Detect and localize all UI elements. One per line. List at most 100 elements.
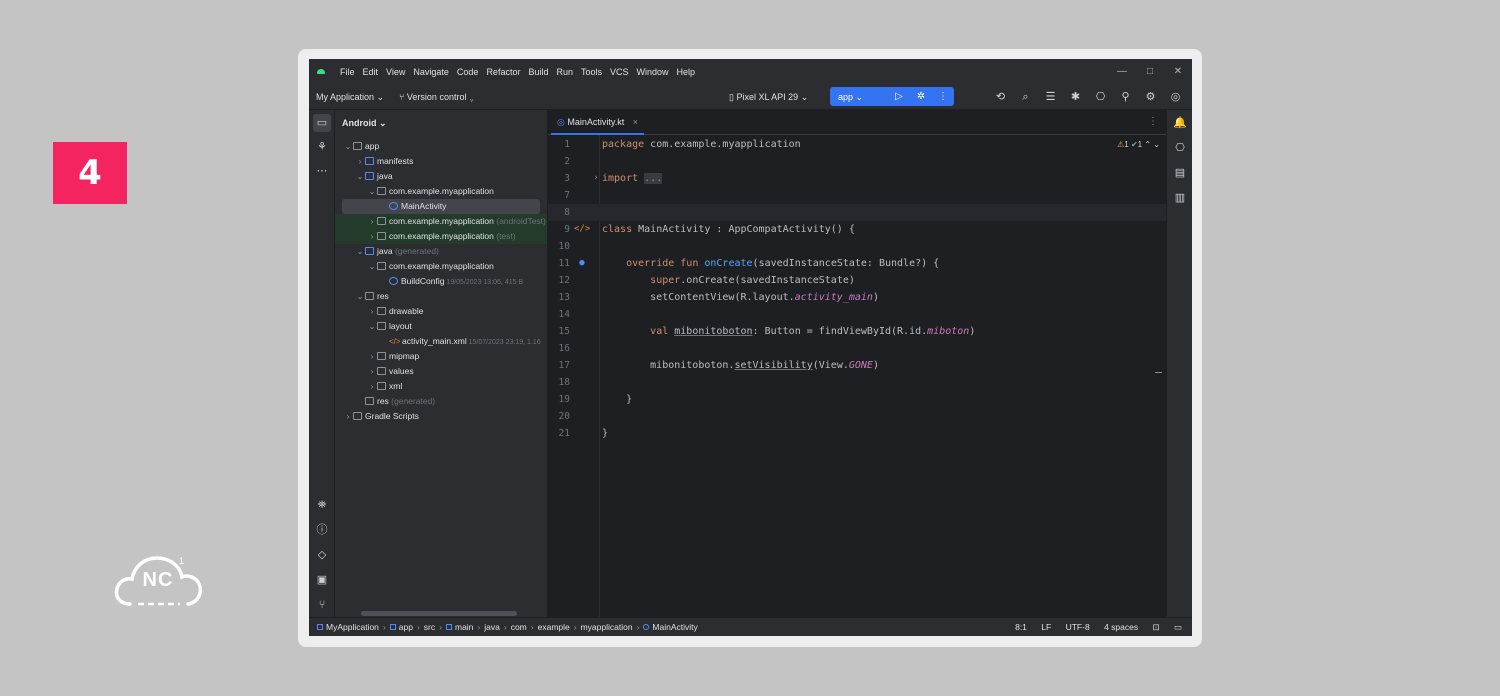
emulator-icon[interactable]: ▥ bbox=[1171, 189, 1189, 207]
tree-item[interactable]: BuildConfig 19/05/2023 13:06, 415 B bbox=[335, 274, 547, 289]
gem-icon[interactable]: ◇ bbox=[313, 546, 331, 564]
chevron-right-icon[interactable]: › bbox=[367, 229, 377, 244]
app-inspection-icon[interactable]: ✱ bbox=[1063, 89, 1088, 105]
chevron-down-icon[interactable]: ⌄ bbox=[343, 139, 353, 154]
tree-item[interactable]: res (generated) bbox=[335, 394, 547, 409]
device-manager-icon[interactable]: ⎔ bbox=[1088, 89, 1113, 105]
chevron-down-icon[interactable]: ⌄ bbox=[1153, 140, 1160, 149]
code-line[interactable]: 14 bbox=[548, 306, 1166, 323]
search-icon[interactable]: ⚲ bbox=[1113, 89, 1138, 105]
menu-navigate[interactable]: Navigate bbox=[413, 67, 449, 77]
code-line[interactable]: 12 super.onCreate(savedInstanceState) bbox=[548, 272, 1166, 289]
lock-icon[interactable]: ⊡ bbox=[1152, 622, 1159, 632]
chevron-down-icon[interactable]: ⌄ bbox=[355, 289, 365, 304]
breadcrumb-item[interactable]: myapplication bbox=[581, 622, 633, 632]
debug-icon[interactable]: ✲ bbox=[914, 90, 928, 103]
related-xml-icon[interactable]: </> bbox=[574, 221, 590, 238]
device-file-explorer-icon[interactable]: ▤ bbox=[1171, 164, 1189, 182]
project-view-selector[interactable]: Android ⌄ bbox=[342, 118, 387, 129]
chevron-right-icon[interactable]: › bbox=[367, 364, 377, 379]
code-line[interactable]: 1 package com.example.myapplication bbox=[548, 136, 1166, 153]
close-window-button[interactable]: ✕ bbox=[1164, 59, 1192, 84]
device-selector[interactable]: ▯ Pixel XL API 29 ⌄ bbox=[729, 92, 808, 103]
menu-window[interactable]: Window bbox=[637, 67, 669, 77]
version-control-menu[interactable]: ⑂ Version control ⌄ bbox=[399, 92, 474, 102]
line-separator[interactable]: LF bbox=[1041, 622, 1051, 632]
chevron-down-icon[interactable]: ⌄ bbox=[367, 259, 377, 274]
project-selector[interactable]: My Application ⌄ bbox=[316, 92, 384, 103]
code-line[interactable]: 13 setContentView(R.layout.activity_main… bbox=[548, 289, 1166, 306]
menu-code[interactable]: Code bbox=[457, 67, 479, 77]
tree-item[interactable]: › drawable bbox=[335, 304, 547, 319]
code-line[interactable]: 3 › import ... bbox=[548, 170, 1166, 187]
chevron-down-icon[interactable]: ⌄ bbox=[367, 319, 377, 334]
code-line[interactable]: 2 bbox=[548, 153, 1166, 170]
inspection-widget[interactable]: ⚠1 ✔1 ⌃ ⌄ bbox=[1117, 140, 1160, 149]
menu-run[interactable]: Run bbox=[556, 67, 573, 77]
breadcrumb-item[interactable]: main bbox=[445, 622, 473, 632]
chevron-up-icon[interactable]: ⌃ bbox=[1144, 140, 1151, 149]
tree-item[interactable]: ⌄ res bbox=[335, 289, 547, 304]
horizontal-scrollbar[interactable] bbox=[361, 611, 517, 616]
file-encoding[interactable]: UTF-8 bbox=[1066, 622, 1090, 632]
more-actions-icon[interactable]: ⋮ bbox=[936, 90, 950, 103]
breadcrumb-item[interactable]: src bbox=[424, 622, 435, 632]
tree-item[interactable]: MainActivity bbox=[342, 199, 540, 214]
tree-item[interactable]: ⌄ app bbox=[335, 139, 547, 154]
breadcrumb-item[interactable]: com bbox=[511, 622, 527, 632]
menu-refactor[interactable]: Refactor bbox=[486, 67, 520, 77]
problems-icon[interactable]: ⓘ bbox=[313, 521, 331, 539]
code-line[interactable]: 21} bbox=[548, 425, 1166, 442]
memory-indicator-icon[interactable]: ▭ bbox=[1174, 622, 1182, 632]
tab-options-icon[interactable]: ⋮ bbox=[1148, 116, 1158, 127]
tree-item[interactable]: ⌄ com.example.myapplication bbox=[335, 184, 547, 199]
tree-item[interactable]: › com.example.myapplication (test) bbox=[335, 229, 547, 244]
run-config-selector[interactable]: app ⌄ bbox=[838, 92, 863, 103]
resource-manager-icon[interactable]: ⚘ bbox=[313, 138, 331, 156]
tree-item[interactable]: ⌄ com.example.myapplication bbox=[335, 259, 547, 274]
breadcrumb-item[interactable]: example bbox=[538, 622, 570, 632]
tree-item[interactable]: ⌄ layout bbox=[335, 319, 547, 334]
menu-file[interactable]: File bbox=[340, 67, 355, 77]
tree-item[interactable]: ⌄ java bbox=[335, 169, 547, 184]
code-line[interactable]: 10 bbox=[548, 238, 1166, 255]
chevron-right-icon[interactable]: › bbox=[343, 409, 353, 424]
project-folder-icon[interactable]: ▭ bbox=[313, 114, 331, 132]
tree-item[interactable]: › manifests bbox=[335, 154, 547, 169]
chevron-right-icon[interactable]: › bbox=[355, 154, 365, 169]
minimize-button[interactable]: — bbox=[1108, 59, 1136, 84]
account-icon[interactable]: ◎ bbox=[1163, 89, 1188, 105]
code-line[interactable]: 17 mibonitoboton.setVisibility(View.GONE… bbox=[548, 357, 1166, 374]
chevron-right-icon[interactable]: › bbox=[367, 379, 377, 394]
tree-item[interactable]: </>activity_main.xml 15/07/2023 23:19, 1… bbox=[335, 334, 547, 349]
close-tab-icon[interactable]: × bbox=[633, 117, 638, 127]
code-line[interactable]: 20 bbox=[548, 408, 1166, 425]
code-line[interactable]: 15 val mibonitoboton: Button = findViewB… bbox=[548, 323, 1166, 340]
code-line[interactable]: 18 bbox=[548, 374, 1166, 391]
menu-view[interactable]: View bbox=[386, 67, 405, 77]
tab-mainactivity[interactable]: ◎ MainActivity.kt × bbox=[551, 110, 644, 135]
tree-item[interactable]: ⌄ java (generated) bbox=[335, 244, 547, 259]
tree-item[interactable]: › values bbox=[335, 364, 547, 379]
menu-edit[interactable]: Edit bbox=[363, 67, 379, 77]
breadcrumb-item[interactable]: java bbox=[484, 622, 500, 632]
menu-vcs[interactable]: VCS bbox=[610, 67, 629, 77]
logcat-icon[interactable]: ☰ bbox=[1038, 89, 1063, 105]
notifications-bell-icon[interactable]: 🔔 bbox=[1171, 114, 1189, 132]
breadcrumb-item[interactable]: MainActivity bbox=[643, 622, 698, 632]
menu-help[interactable]: Help bbox=[677, 67, 696, 77]
code-line[interactable]: 7 bbox=[548, 187, 1166, 204]
gradle-icon[interactable]: ⎔ bbox=[1171, 139, 1189, 157]
code-line[interactable]: 16 bbox=[548, 340, 1166, 357]
tree-item[interactable]: › Gradle Scripts bbox=[335, 409, 547, 424]
menu-tools[interactable]: Tools bbox=[581, 67, 602, 77]
build-variants-icon[interactable]: ⛯ bbox=[313, 496, 331, 514]
chevron-right-icon[interactable]: › bbox=[367, 349, 377, 364]
code-line[interactable]: 19 } bbox=[548, 391, 1166, 408]
chevron-down-icon[interactable]: ⌄ bbox=[367, 184, 377, 199]
settings-gear-icon[interactable]: ⚙ bbox=[1138, 89, 1163, 105]
code-line[interactable]: 8 bbox=[548, 204, 1166, 221]
git-icon[interactable]: ⑂ bbox=[313, 596, 331, 614]
breadcrumb-item[interactable]: MyApplication bbox=[317, 622, 379, 632]
chevron-down-icon[interactable]: ⌄ bbox=[355, 244, 365, 259]
